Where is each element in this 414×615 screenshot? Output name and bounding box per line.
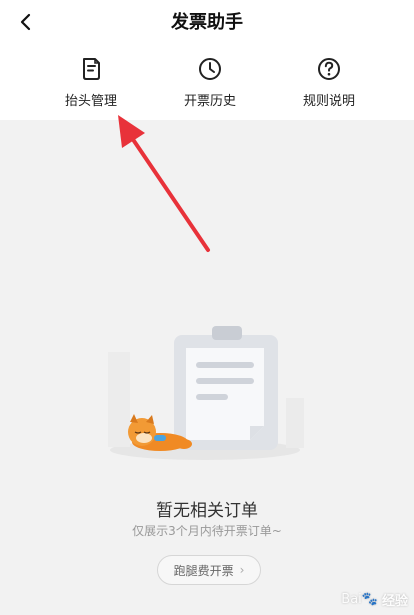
tab-header-management[interactable]: 抬头管理 [31,56,151,112]
tool-row: 抬头管理 开票历史 规则说明 [0,56,414,116]
empty-state-title: 暂无相关订单 [156,501,258,521]
question-icon [318,58,340,80]
chevron-right-icon: › [239,563,245,577]
watermark-suffix: 经验 [381,594,408,609]
tab-rules[interactable]: 规则说明 [269,56,389,112]
tool-label: 抬头管理 [64,94,117,109]
page-title: 发票助手 [171,12,243,33]
errand-fee-invoice-button[interactable]: 跑腿费开票 › [157,555,261,585]
document-icon [83,58,100,80]
watermark: Bai 🐾 经验 [341,590,408,609]
tool-label: 规则说明 [302,94,355,109]
tab-invoice-history[interactable]: 开票历史 [150,56,270,112]
watermark-text: Bai [341,592,362,607]
empty-clipboard-illustration [108,326,304,460]
tool-label: 开票历史 [183,94,236,109]
paw-icon: 🐾 [361,592,378,607]
top-header: 发票助手 抬头管理 开票历史 规则说明 [0,0,414,120]
clock-icon [199,58,221,80]
empty-state-subtitle: 仅展示3个月内待开票订单~ [132,524,282,538]
button-label: 跑腿费开票 [173,563,234,578]
